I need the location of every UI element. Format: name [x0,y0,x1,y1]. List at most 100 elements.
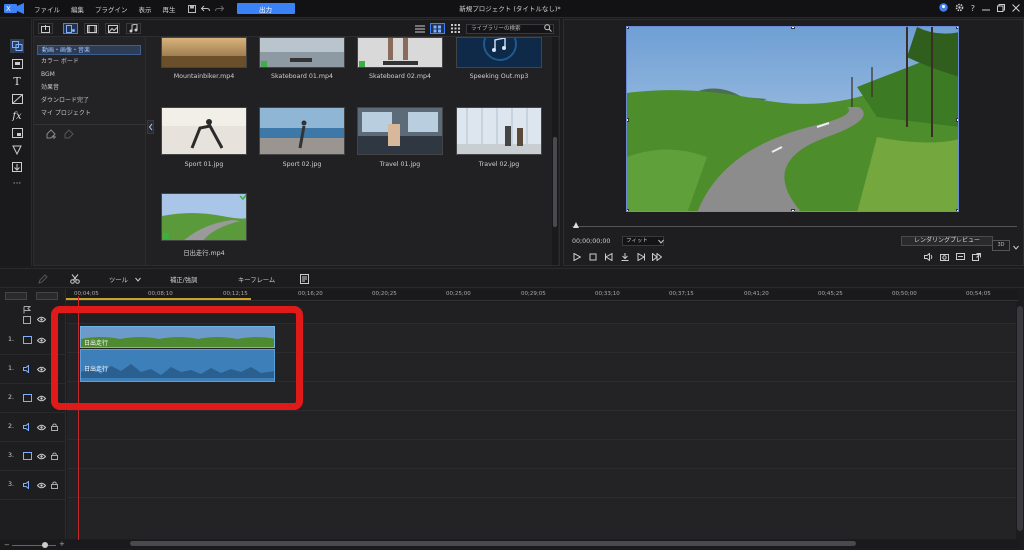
media-item-mountainbiker[interactable] [161,37,247,68]
keyframe-button[interactable]: キーフレーム [238,275,275,284]
mark-in-icon[interactable] [620,252,630,262]
collapse-tree-chevron-icon[interactable] [147,120,154,134]
timeline-vertical-scrollbar[interactable] [1016,302,1024,539]
3d-mode-icon[interactable]: 3D [992,240,1010,251]
filter-audio-tab[interactable] [126,23,141,34]
track-row-video-3[interactable] [67,440,1018,469]
lock-icon[interactable] [51,481,58,491]
menu-plugins[interactable]: プラグイン [95,4,128,14]
eye-icon[interactable] [36,424,47,433]
work-area-bar[interactable] [66,298,251,300]
tree-item-color-board[interactable]: カラー ボード [37,57,141,67]
volume-icon[interactable] [923,252,933,262]
transform-handle[interactable] [627,209,629,211]
zoom-out-icon[interactable]: − [4,541,10,549]
display-settings-icon[interactable] [955,252,965,262]
help-icon[interactable]: ? [971,4,975,13]
menu-playback[interactable]: 再生 [163,4,176,14]
search-icon[interactable] [544,24,552,34]
transform-handle[interactable] [791,209,795,211]
scissors-icon[interactable] [70,274,80,286]
transform-handle[interactable] [627,118,629,122]
track-manager-icon[interactable] [5,292,27,300]
effects-room-icon[interactable]: fx [10,109,24,123]
timecode-display[interactable]: 00;00;00;00 [572,238,622,248]
transform-handle[interactable] [956,118,958,122]
preview-scrubber[interactable] [572,226,1017,227]
list-view-icon[interactable] [412,23,427,34]
pen-icon[interactable] [38,274,48,286]
play-icon[interactable] [572,252,582,262]
minimize-icon[interactable] [982,4,990,14]
undock-preview-icon[interactable] [971,252,981,262]
transition-room-icon[interactable] [10,92,24,106]
filter-all-media-tab[interactable] [63,23,78,34]
transform-handle[interactable] [956,209,958,211]
eye-icon[interactable] [36,482,47,491]
next-frame-icon[interactable] [636,252,646,262]
thumbnail-size-icon[interactable] [448,23,463,34]
eye-icon[interactable] [36,316,47,325]
previous-frame-icon[interactable] [604,252,614,262]
media-item-skateboard-01[interactable] [259,37,345,68]
media-item-sport-01[interactable] [161,107,247,155]
eye-icon[interactable] [36,366,47,375]
timeline-view-toggle[interactable] [36,292,58,300]
menu-file[interactable]: ファイル [34,4,60,14]
track-row-audio-2[interactable] [67,411,1018,440]
tree-item-media[interactable]: 動画・画像・音楽 [37,45,141,55]
chevron-down-icon[interactable] [135,276,141,284]
zoom-in-icon[interactable]: + [59,540,65,548]
scrubber-thumb-icon[interactable] [573,222,579,230]
export-button[interactable]: 出力 [236,3,295,14]
restore-icon[interactable] [997,3,1005,14]
settings-gear-icon[interactable] [955,3,964,14]
add-tag-icon[interactable] [46,129,56,141]
transform-handle[interactable] [791,27,795,29]
fix-enhance-button[interactable]: 補正/強調 [170,275,197,284]
subtitle-sheet-icon[interactable] [300,274,309,286]
media-item-sport-02[interactable] [259,107,345,155]
redo-icon[interactable] [215,4,225,14]
close-icon[interactable] [1012,3,1020,14]
undo-icon[interactable] [201,4,211,14]
subtitle-room-icon[interactable] [10,160,24,174]
lock-icon[interactable] [51,452,58,462]
transform-handle[interactable] [956,27,958,29]
account-icon[interactable] [939,3,948,14]
library-search-input[interactable]: ライブラリーの検索 [466,24,554,34]
media-item-speeking-out[interactable] [456,37,542,68]
menu-edit[interactable]: 編集 [71,4,84,14]
lock-icon[interactable] [51,423,58,433]
eye-icon[interactable] [36,395,47,404]
media-room-icon[interactable] [10,39,24,53]
eye-icon[interactable] [36,337,47,346]
title-room-icon[interactable]: T [10,74,24,88]
fast-forward-icon[interactable] [652,252,662,262]
library-scrollbar[interactable] [552,37,558,265]
template-room-icon[interactable] [10,57,24,71]
media-item-travel-01[interactable] [357,107,443,155]
preview-video-frame[interactable] [626,26,959,212]
pip-room-icon[interactable] [10,126,24,140]
tree-item-sound-effects[interactable]: 効果音 [37,83,141,93]
timeline-zoom-slider[interactable]: − + [0,540,66,550]
chevron-down-icon[interactable] [1013,244,1019,252]
media-item-sunrise-drive[interactable] [161,193,247,241]
stop-icon[interactable] [588,252,598,262]
transform-handle[interactable] [627,27,629,29]
remove-tag-icon[interactable] [64,129,74,141]
eye-icon[interactable] [36,453,47,462]
media-item-travel-02[interactable] [456,107,542,155]
horizontal-scroll-thumb[interactable] [130,541,856,546]
import-media-icon[interactable] [38,23,53,34]
tree-item-bgm[interactable]: BGM [37,70,141,80]
grid-view-icon[interactable] [430,23,445,34]
timeline-ruler[interactable]: 00;04;05 00;08;10 00;12;15 00;16;20 00;2… [66,289,1018,301]
menu-view[interactable]: 表示 [139,4,152,14]
tools-menu[interactable]: ツール [109,275,128,284]
more-rooms-icon[interactable]: ··· [10,177,24,191]
filter-video-tab[interactable] [84,23,99,34]
tree-item-my-projects[interactable]: マイ プロジェクト [37,109,141,119]
particle-room-icon[interactable] [10,143,24,157]
